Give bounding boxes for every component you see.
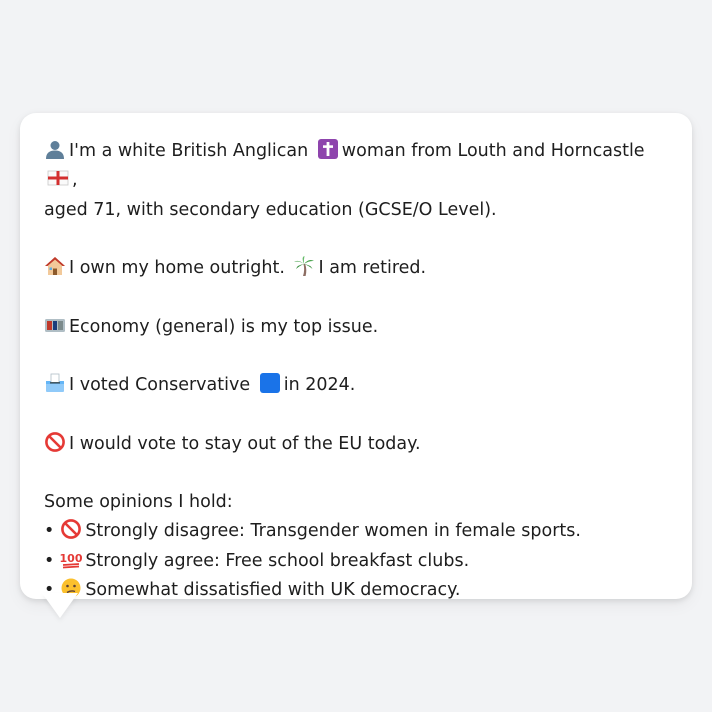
opinions-heading: Some opinions I hold:: [44, 492, 233, 512]
intro-text-part3: ,: [72, 170, 78, 191]
vote-text-part2: in 2024.: [283, 375, 356, 395]
opinion-text: Strongly agree: Free school breakfast cl…: [85, 550, 470, 571]
england-flag-icon: [47, 168, 69, 188]
opinion-text: Somewhat dissatisfied with UK democracy.: [85, 579, 461, 600]
no-entry-icon: [44, 431, 66, 452]
vote-line: I voted Conservative in 2024.: [44, 371, 668, 400]
vote-text-part1: I voted Conservative: [69, 375, 251, 395]
home-line: I own my home outright. I am retired.: [44, 254, 668, 283]
work-text: I am retired.: [318, 258, 427, 278]
eu-text: I would vote to stay out of the EU today…: [69, 433, 421, 454]
bullet: •: [44, 550, 55, 571]
intro-line: I'm a white British Anglican woman from …: [44, 137, 668, 196]
intro-text-part1: I'm a white British Anglican: [69, 141, 309, 161]
issue-text: Economy (general) is my top issue.: [69, 316, 379, 337]
intro-line-2: aged 71, with secondary education (GCSE/…: [44, 199, 497, 220]
list-item: • Strongly disagree: Transgender women i…: [44, 517, 668, 546]
opinion-text: Strongly disagree: Transgender women in …: [85, 521, 581, 542]
list-item: • 100 Strongly agree: Free school breakf…: [44, 547, 668, 576]
money-bag-icon: [44, 315, 66, 335]
home-text: I own my home outright.: [69, 258, 285, 278]
bullet: •: [44, 521, 55, 542]
intro-text-part2: woman from Louth and Horncastle: [341, 141, 645, 161]
speech-bubble-tail: [42, 593, 78, 618]
palm-tree-icon: [293, 256, 315, 276]
no-entry-icon: [60, 519, 82, 540]
hundred-points-icon: 100: [60, 549, 82, 569]
blue-square-icon: [259, 373, 281, 393]
house-icon: [44, 256, 66, 276]
ballot-box-icon: [44, 373, 66, 393]
latin-cross-icon: [317, 139, 339, 159]
person-silhouette-icon: [44, 139, 66, 159]
eu-line: I would vote to stay out of the EU today…: [44, 430, 668, 459]
issue-line: Economy (general) is my top issue.: [44, 313, 668, 342]
list-item: • Somewhat dissatisfied with UK democrac…: [44, 576, 668, 605]
persona-card: I'm a white British Anglican woman from …: [20, 113, 692, 600]
svg-text:100: 100: [60, 552, 82, 565]
